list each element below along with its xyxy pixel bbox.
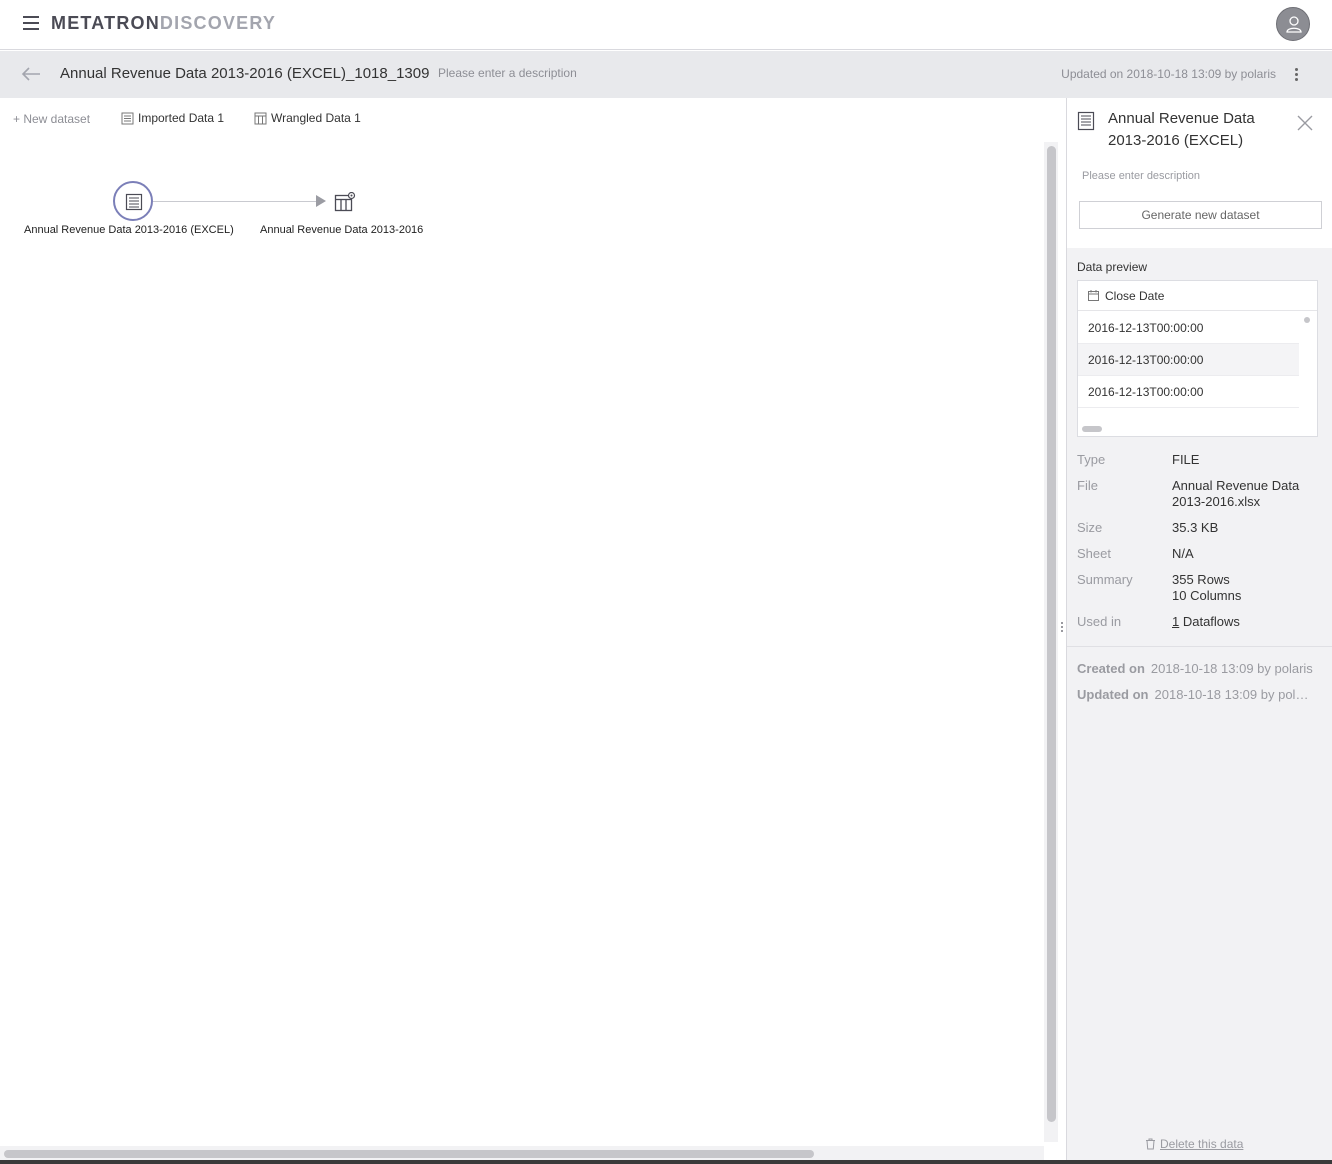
created-info: Created on 2018-10-18 13:09 by polaris xyxy=(1077,661,1313,676)
wrangled-data-filter[interactable]: Wrangled Data 1 xyxy=(254,111,361,125)
user-avatar[interactable] xyxy=(1276,7,1310,41)
meta-size-value: 35.3 KB xyxy=(1172,520,1219,535)
top-navigation-bar: METATRONDISCOVERY xyxy=(0,0,1332,50)
meta-sheet-label: Sheet xyxy=(1077,546,1111,561)
wrangled-dataset-icon xyxy=(334,191,356,212)
meta-file-value: Annual Revenue Data 2013-2016.xlsx xyxy=(1172,478,1300,509)
panel-description-input[interactable]: Please enter description xyxy=(1082,170,1200,182)
imported-dataset-icon xyxy=(125,193,143,211)
dataflow-description-input[interactable]: Please enter a description xyxy=(438,66,577,80)
wrangled-node-label: Annual Revenue Data 2013-2016 xyxy=(260,224,424,236)
updated-info-panel: Updated on 2018-10-18 13:09 by pol… xyxy=(1077,687,1308,702)
trash-icon xyxy=(1146,1138,1155,1150)
updated-value: 2018-10-18 13:09 by pol… xyxy=(1154,687,1309,702)
canvas-horizontal-scroll-thumb[interactable] xyxy=(4,1150,814,1158)
updated-info: Updated on 2018-10-18 13:09 by polaris xyxy=(1061,67,1276,81)
dataflow-header: Annual Revenue Data 2013-2016 (EXCEL)_10… xyxy=(0,51,1332,98)
window-bottom-edge xyxy=(0,1160,1332,1164)
close-icon[interactable] xyxy=(1297,115,1313,131)
created-label: Created on xyxy=(1077,661,1145,676)
dataset-detail-panel: Annual Revenue Data 2013-2016 (EXCEL) Pl… xyxy=(1066,98,1332,1160)
source-node-label: Annual Revenue Data 2013-2016 (EXCEL) xyxy=(24,224,234,236)
flow-edge xyxy=(153,201,321,202)
meta-summary-label: Summary xyxy=(1077,572,1133,587)
back-arrow-icon[interactable] xyxy=(20,65,42,83)
panel-divider xyxy=(1067,646,1332,647)
calendar-icon xyxy=(1088,290,1099,301)
data-preview-label: Data preview xyxy=(1077,260,1148,274)
dataset-file-icon xyxy=(1077,111,1095,136)
meta-summary-value: 355 Rows 10 Columns xyxy=(1172,572,1322,604)
preview-column-header[interactable]: Close Date xyxy=(1078,281,1317,311)
summary-rows: 355 Rows xyxy=(1172,572,1230,587)
preview-column-name: Close Date xyxy=(1105,289,1165,303)
dataflow-title[interactable]: Annual Revenue Data 2013-2016 (EXCEL)_10… xyxy=(60,65,429,82)
generate-new-dataset-button[interactable]: Generate new dataset xyxy=(1079,201,1322,229)
imported-data-filter[interactable]: Imported Data 1 xyxy=(121,111,224,125)
delete-data-label: Delete this data xyxy=(1160,1137,1244,1151)
panel-header: Annual Revenue Data 2013-2016 (EXCEL) Pl… xyxy=(1067,98,1332,248)
app-logo[interactable]: METATRONDISCOVERY xyxy=(51,13,276,34)
data-preview-grid[interactable]: Close Date 2016-12-13T00:00:00 2016-12-1… xyxy=(1077,280,1318,437)
summary-columns: 10 Columns xyxy=(1172,588,1242,603)
logo-discovery: DISCOVERY xyxy=(159,13,277,33)
wrangled-data-icon xyxy=(254,112,267,125)
panel-dataset-title[interactable]: Annual Revenue Data 2013-2016 (EXCEL) xyxy=(1108,108,1283,152)
new-dataset-button[interactable]: + New dataset xyxy=(13,112,90,126)
dataflow-canvas[interactable]: Annual Revenue Data 2013-2016 (EXCEL) An… xyxy=(0,138,1044,1144)
delete-data-link[interactable]: Delete this data xyxy=(1145,1137,1243,1151)
meta-used-value: 1 Dataflows xyxy=(1172,614,1322,630)
preview-row: 2016-12-13T00:00:00 xyxy=(1078,312,1299,344)
preview-row: 2016-12-13T00:00:00 xyxy=(1078,376,1299,408)
logo-metatron: METATRON xyxy=(51,13,160,33)
meta-size-label: Size xyxy=(1077,520,1103,535)
flow-arrow-icon xyxy=(316,195,326,207)
panel-resize-handle[interactable] xyxy=(1060,620,1064,636)
canvas-vertical-scroll-thumb[interactable] xyxy=(1047,146,1056,1122)
preview-vertical-scroll-thumb[interactable] xyxy=(1304,317,1310,323)
meta-type-value: FILE xyxy=(1172,452,1200,467)
used-in-suffix: Dataflows xyxy=(1179,614,1240,629)
meta-type-label: Type xyxy=(1077,452,1106,467)
meta-file-label: File xyxy=(1077,478,1098,493)
preview-horizontal-scroll-thumb[interactable] xyxy=(1082,426,1102,432)
created-value: 2018-10-18 13:09 by polaris xyxy=(1150,661,1313,676)
meta-used-label: Used in xyxy=(1077,614,1122,629)
source-dataset-node[interactable] xyxy=(113,181,153,221)
imported-data-icon xyxy=(121,112,134,125)
preview-row: 2016-12-13T00:00:00 xyxy=(1078,344,1299,376)
imported-data-label: Imported Data 1 xyxy=(138,111,225,125)
menu-icon[interactable] xyxy=(23,16,39,30)
meta-sheet-value: N/A xyxy=(1172,546,1194,561)
user-icon xyxy=(1286,16,1302,33)
more-options-icon[interactable] xyxy=(1290,66,1302,84)
wrangled-dataset-node[interactable] xyxy=(334,191,356,212)
updated-label: Updated on xyxy=(1077,687,1149,702)
wrangled-data-label: Wrangled Data 1 xyxy=(271,111,361,125)
